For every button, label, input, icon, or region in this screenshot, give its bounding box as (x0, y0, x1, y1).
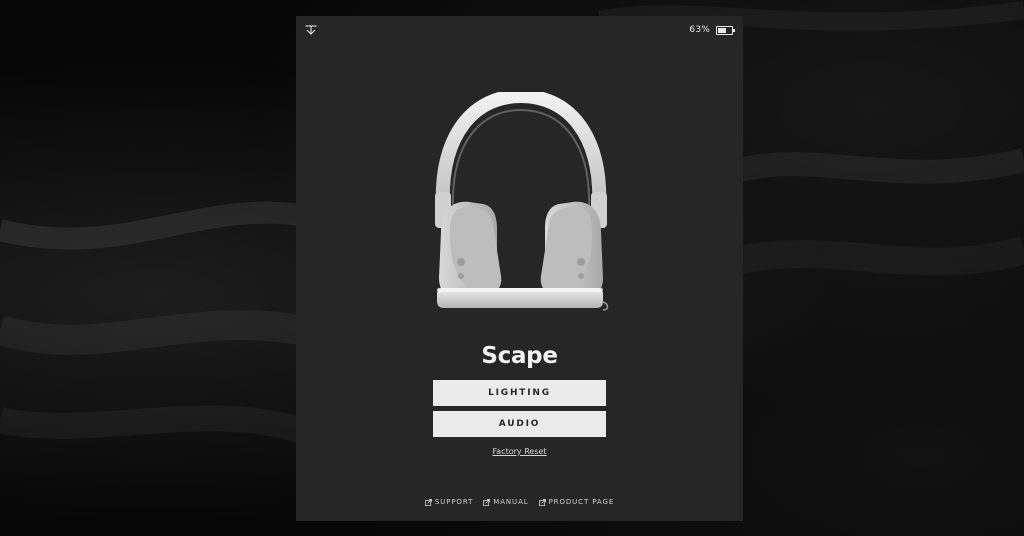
product-page-link-label: PRODUCT PAGE (548, 498, 615, 506)
external-link-icon (424, 498, 432, 506)
device-name-title: Scape (481, 343, 558, 369)
battery-icon (716, 25, 735, 35)
product-page-link[interactable]: PRODUCT PAGE (538, 498, 615, 506)
footer-links: SUPPORT MANUAL PRODUCT PAGE (296, 498, 743, 506)
external-link-icon (538, 498, 546, 506)
factory-reset-link[interactable]: Factory Reset (296, 447, 743, 456)
support-link[interactable]: SUPPORT (424, 498, 474, 506)
battery-percentage: 63% (689, 25, 710, 35)
app-window: 63% Scape LIGHTING AUDIO Factory Reset S… (296, 16, 743, 521)
manual-link[interactable]: MANUAL (483, 498, 528, 506)
audio-button[interactable]: AUDIO (433, 411, 606, 437)
headphones-image (435, 92, 609, 311)
support-link-label: SUPPORT (434, 498, 474, 506)
brand-logo-icon (305, 25, 317, 35)
battery-indicator: 63% (689, 25, 735, 35)
battery-fill (718, 27, 726, 33)
external-link-icon (483, 498, 491, 506)
manual-link-label: MANUAL (493, 498, 529, 506)
lighting-button[interactable]: LIGHTING (433, 380, 606, 406)
